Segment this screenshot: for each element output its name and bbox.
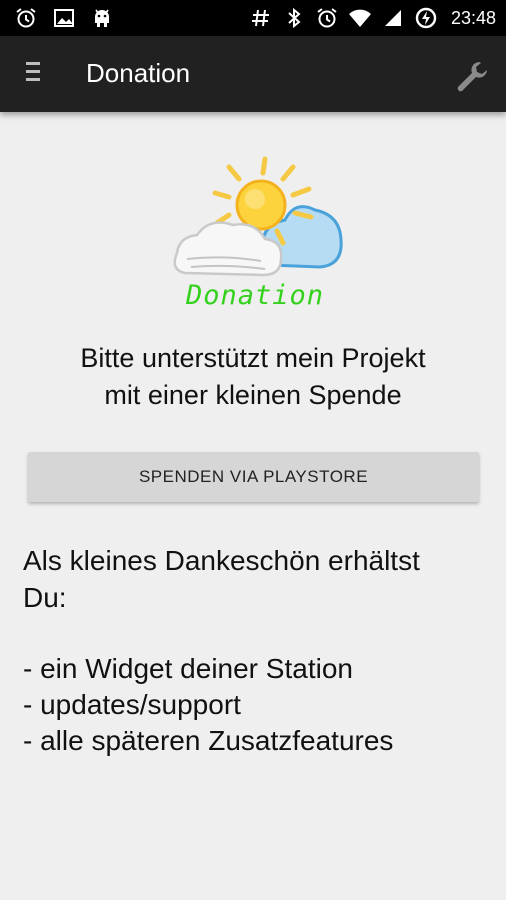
thanks-text: Als kleines Dankeschön erhältst Du: <box>23 542 493 616</box>
battery-charging-icon <box>414 6 438 30</box>
donate-via-playstore-button[interactable]: SPENDEN VIA PLAYSTORE <box>28 452 479 502</box>
signal-icon <box>381 6 405 30</box>
page-title: Donation <box>86 58 191 88</box>
hash-icon <box>249 6 273 30</box>
intro-text: Bitte unterstützt mein Projekt mit einer… <box>0 340 506 414</box>
intro-line-2: mit einer kleinen Spende <box>104 380 402 410</box>
image-icon <box>52 6 76 30</box>
action-bar: Donation <box>0 36 506 112</box>
bluetooth-icon <box>282 6 306 30</box>
benefit-item: - updates/support <box>23 689 241 720</box>
intro-line-1: Bitte unterstützt mein Projekt <box>80 343 426 373</box>
thanks-line-1: Als kleines Dankeschön erhältst <box>23 545 420 576</box>
logo-text: Donation <box>185 280 325 311</box>
donation-logo: Donation <box>165 155 345 320</box>
benefit-item: - ein Widget deiner Station <box>23 653 353 684</box>
wifi-icon <box>348 6 372 30</box>
benefits-list: - ein Widget deiner Station - updates/su… <box>23 651 493 759</box>
wrench-icon[interactable] <box>452 56 492 96</box>
clock-time: 23:48 <box>450 7 496 28</box>
alarm-icon <box>14 6 38 30</box>
alarm-icon <box>315 6 339 30</box>
status-bar: 23:48 <box>0 0 506 36</box>
benefit-item: - alle späteren Zusatzfeatures <box>23 725 394 756</box>
android-debug-icon <box>90 6 114 30</box>
thanks-line-2: Du: <box>23 582 67 613</box>
hamburger-menu-icon[interactable] <box>26 62 44 84</box>
